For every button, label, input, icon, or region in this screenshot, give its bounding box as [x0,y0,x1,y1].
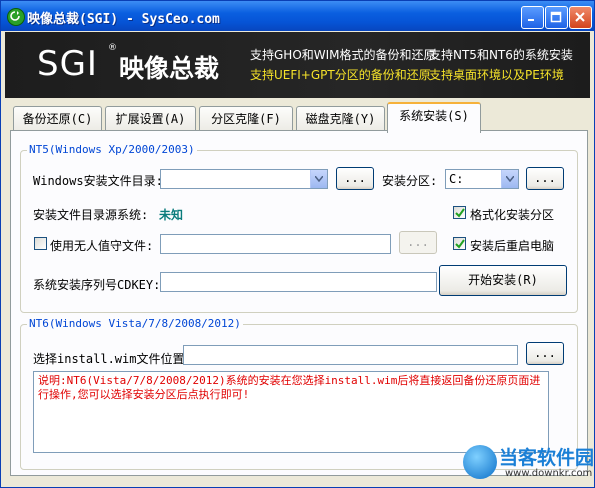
title-bar[interactable]: 映像总裁(SGI) - SysCeo.com [1,1,594,31]
close-button[interactable] [569,6,592,29]
partition-browse-button[interactable]: ... [526,167,564,190]
unattended-file-input[interactable] [160,234,391,254]
feature-text: 支持GHO和WIM格式的备份和还原 [250,48,436,62]
chevron-down-icon[interactable] [501,170,518,188]
refresh-icon [7,8,25,26]
cdkey-input[interactable] [160,272,437,292]
chevron-down-icon[interactable] [310,170,327,188]
tab-backup-restore[interactable]: 备份还原(C) [13,106,102,131]
partition-label: 安装分区: [382,174,438,188]
maximize-button[interactable] [545,6,568,29]
source-system-value: 未知 [159,208,184,222]
install-dir-combo[interactable] [160,169,328,189]
nt5-legend: NT5(Windows Xp/2000/2003) [27,143,197,156]
reboot-label[interactable]: 安装后重启电脑 [470,237,554,254]
window-title: 映像总裁(SGI) - SysCeo.com [27,12,220,27]
watermark-name: 当客软件园 [499,447,595,469]
feature-text: 支持NT5和NT6的系统安装 [429,48,573,62]
start-install-button[interactable]: 开始安装(R) [439,265,567,296]
partition-value: C: [449,172,464,186]
banner: SGI ® 映像总裁 支持GHO和WIM格式的备份和还原 支持NT5和NT6的系… [5,32,590,98]
partition-combo[interactable]: C: [445,169,519,189]
source-system-label: 安装文件目录源系统: [33,208,149,222]
unattended-browse-button[interactable]: ... [399,231,437,254]
install-dir-label: Windows安装文件目录: [33,174,163,188]
watermark-logo-icon [463,445,497,479]
unattended-checkbox[interactable] [34,237,47,250]
watermark-url: www.downkr.com [505,468,593,479]
minimize-button[interactable] [521,6,544,29]
logo-text: SGI [37,44,98,84]
feature-text-highlight: 支持UEFI+GPT分区的备份和还原 [250,68,431,82]
install-dir-browse-button[interactable]: ... [336,167,374,190]
cdkey-label: 系统安装序列号CDKEY: [33,278,161,292]
logo-registered-mark: ® [108,43,117,53]
wim-label: 选择install.wim文件位置: [33,352,192,366]
tab-disk-clone[interactable]: 磁盘克隆(Y) [296,106,385,131]
tab-system-install[interactable]: 系统安装(S) [387,102,481,133]
format-partition-label[interactable]: 格式化安装分区 [470,206,554,223]
reboot-checkbox[interactable] [453,237,466,250]
tab-partition-clone[interactable]: 分区克隆(F) [199,106,293,131]
wim-path-input[interactable] [183,345,518,365]
app-window: 映像总裁(SGI) - SysCeo.com SGI ® 映像总裁 支持GHO和… [0,0,595,488]
feature-text-highlight: 支持桌面环境以及PE环境 [429,68,564,82]
logo-chinese-name: 映像总裁 [119,54,220,83]
tab-extended-settings[interactable]: 扩展设置(A) [105,106,196,131]
watermark: 当客软件园 www.downkr.com [463,441,595,487]
tab-panel-system-install: NT5(Windows Xp/2000/2003) Windows安装文件目录:… [10,130,588,476]
format-partition-checkbox[interactable] [453,206,466,219]
unattended-label[interactable]: 使用无人值守文件: [50,237,153,254]
wim-browse-button[interactable]: ... [526,342,564,365]
nt6-legend: NT6(Windows Vista/7/8/2008/2012) [27,317,243,330]
